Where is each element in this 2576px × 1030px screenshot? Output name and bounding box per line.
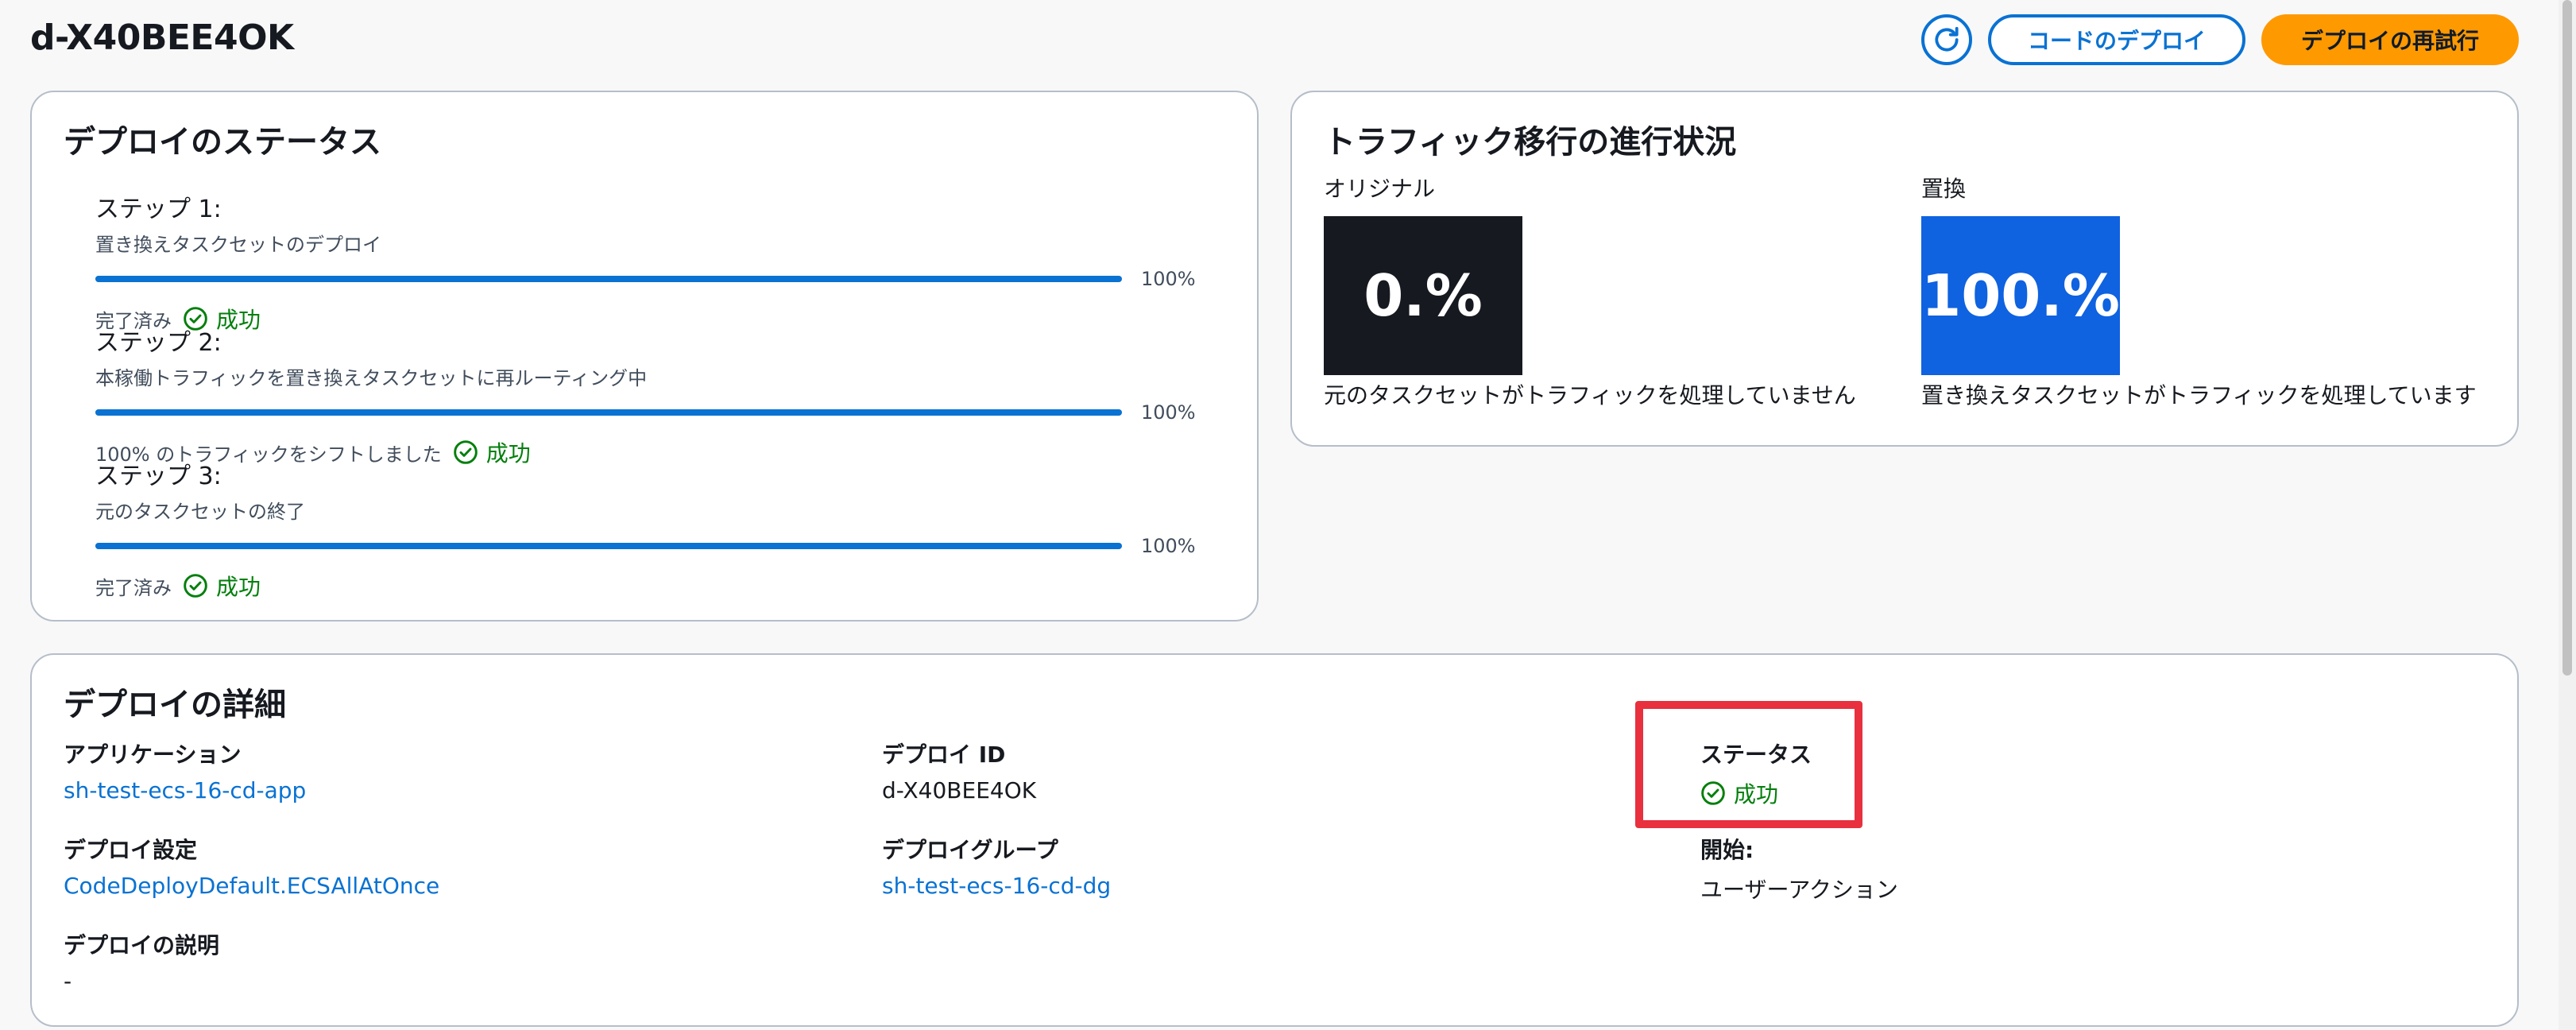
- step-3: ステップ 3: 元のタスクセットの終了 100% 完了済み 成功: [95, 456, 1208, 602]
- progress-bar: 100%: [95, 535, 1208, 559]
- field-label: デプロイの説明: [64, 932, 220, 958]
- initiated-by-value: ユーザーアクション: [1700, 877, 1898, 903]
- deployment-page: d-X40BEE4OK コードのデプロイ デプロイの再試行 デプロイのステータス…: [0, 0, 2576, 1030]
- description-field: デプロイの説明 -: [64, 928, 219, 994]
- traffic-description: 置き換えタスクセットがトラフィックを処理しています: [1921, 382, 2477, 409]
- progress-percent: 100%: [1141, 268, 1196, 290]
- refresh-icon: [1935, 26, 1959, 52]
- step-title: ステップ 1:: [95, 196, 222, 223]
- progress-bar: 100%: [95, 401, 1208, 425]
- progress-bar: 100%: [95, 268, 1208, 292]
- scrollbar[interactable]: [2559, 0, 2576, 1030]
- traffic-percentage-box: 100.%: [1921, 216, 2120, 375]
- step-subtitle: 置き換えタスクセットのデプロイ: [95, 234, 381, 256]
- step-subtitle: 元のタスクセットの終了: [95, 501, 305, 523]
- status-highlight-box: [1635, 701, 1862, 828]
- replacement-traffic: 置換 100.% 置き換えタスクセットがトラフィックを処理しています: [1921, 172, 2477, 410]
- status-text: 完了済み: [95, 576, 172, 599]
- step-subtitle: 本稼働トラフィックを置き換えタスクセットに再ルーティング中: [95, 367, 648, 389]
- deployment-details-panel: デプロイの詳細 アプリケーション sh-test-ecs-16-cd-app デ…: [30, 653, 2519, 1027]
- field-label: デプロイ ID: [882, 742, 1006, 768]
- success-icon: [184, 574, 207, 598]
- field-label: アプリケーション: [64, 742, 242, 768]
- field-label: デプロイ設定: [64, 837, 198, 863]
- original-traffic: オリジナル 0.% 元のタスクセットがトラフィックを処理していません: [1324, 172, 1856, 410]
- step-title: ステップ 3:: [95, 463, 222, 490]
- header-actions: コードのデプロイ デプロイの再試行: [1920, 14, 2519, 65]
- step-status: 完了済み 成功: [95, 570, 1208, 602]
- progress-percent: 100%: [1141, 401, 1196, 424]
- traffic-progress-panel: トラフィック移行の進行状況 オリジナル 0.% 元のタスクセットがトラフィックを…: [1290, 91, 2519, 447]
- scrollbar-thumb[interactable]: [2562, 0, 2572, 676]
- deployment-group-field: デプロイグループ sh-test-ecs-16-cd-dg: [882, 833, 1111, 899]
- field-label: 開始:: [1700, 837, 1754, 863]
- retry-deployment-button[interactable]: デプロイの再試行: [2261, 14, 2519, 65]
- success-label: 成功: [216, 574, 261, 600]
- panel-title: トラフィック移行の進行状況: [1324, 124, 1737, 161]
- traffic-label: オリジナル: [1324, 176, 1436, 202]
- application-field: アプリケーション sh-test-ecs-16-cd-app: [64, 738, 306, 803]
- field-label: デプロイグループ: [882, 837, 1058, 863]
- code-deploy-button[interactable]: コードのデプロイ: [1987, 14, 2245, 65]
- deployment-group-link[interactable]: sh-test-ecs-16-cd-dg: [882, 873, 1111, 899]
- deployment-id-field: デプロイ ID d-X40BEE4OK: [882, 738, 1036, 803]
- description-value: -: [64, 968, 72, 994]
- step-1: ステップ 1: 置き換えタスクセットのデプロイ 100% 完了済み 成功: [95, 189, 1208, 335]
- deployment-config-link[interactable]: CodeDeployDefault.ECSAllAtOnce: [64, 873, 439, 899]
- step-title: ステップ 2:: [95, 329, 222, 357]
- traffic-percentage-box: 0.%: [1324, 216, 1522, 375]
- traffic-description: 元のタスクセットがトラフィックを処理していません: [1324, 382, 1856, 409]
- refresh-button[interactable]: [1920, 14, 1972, 65]
- deployment-config-field: デプロイ設定 CodeDeployDefault.ECSAllAtOnce: [64, 833, 439, 899]
- progress-percent: 100%: [1141, 535, 1196, 557]
- page-title: d-X40BEE4OK: [30, 17, 294, 58]
- initiated-by-field: 開始: ユーザーアクション: [1700, 833, 1898, 904]
- deployment-id-value: d-X40BEE4OK: [882, 777, 1037, 803]
- panel-title: デプロイのステータス: [64, 124, 381, 161]
- step-2: ステップ 2: 本稼働トラフィックを置き換えタスクセットに再ルーティング中 10…: [95, 323, 1208, 468]
- traffic-label: 置換: [1921, 176, 1967, 202]
- deployment-status-panel: デプロイのステータス ステップ 1: 置き換えタスクセットのデプロイ 100% …: [30, 91, 1259, 621]
- panel-title: デプロイの詳細: [64, 687, 286, 723]
- application-link[interactable]: sh-test-ecs-16-cd-app: [64, 777, 306, 803]
